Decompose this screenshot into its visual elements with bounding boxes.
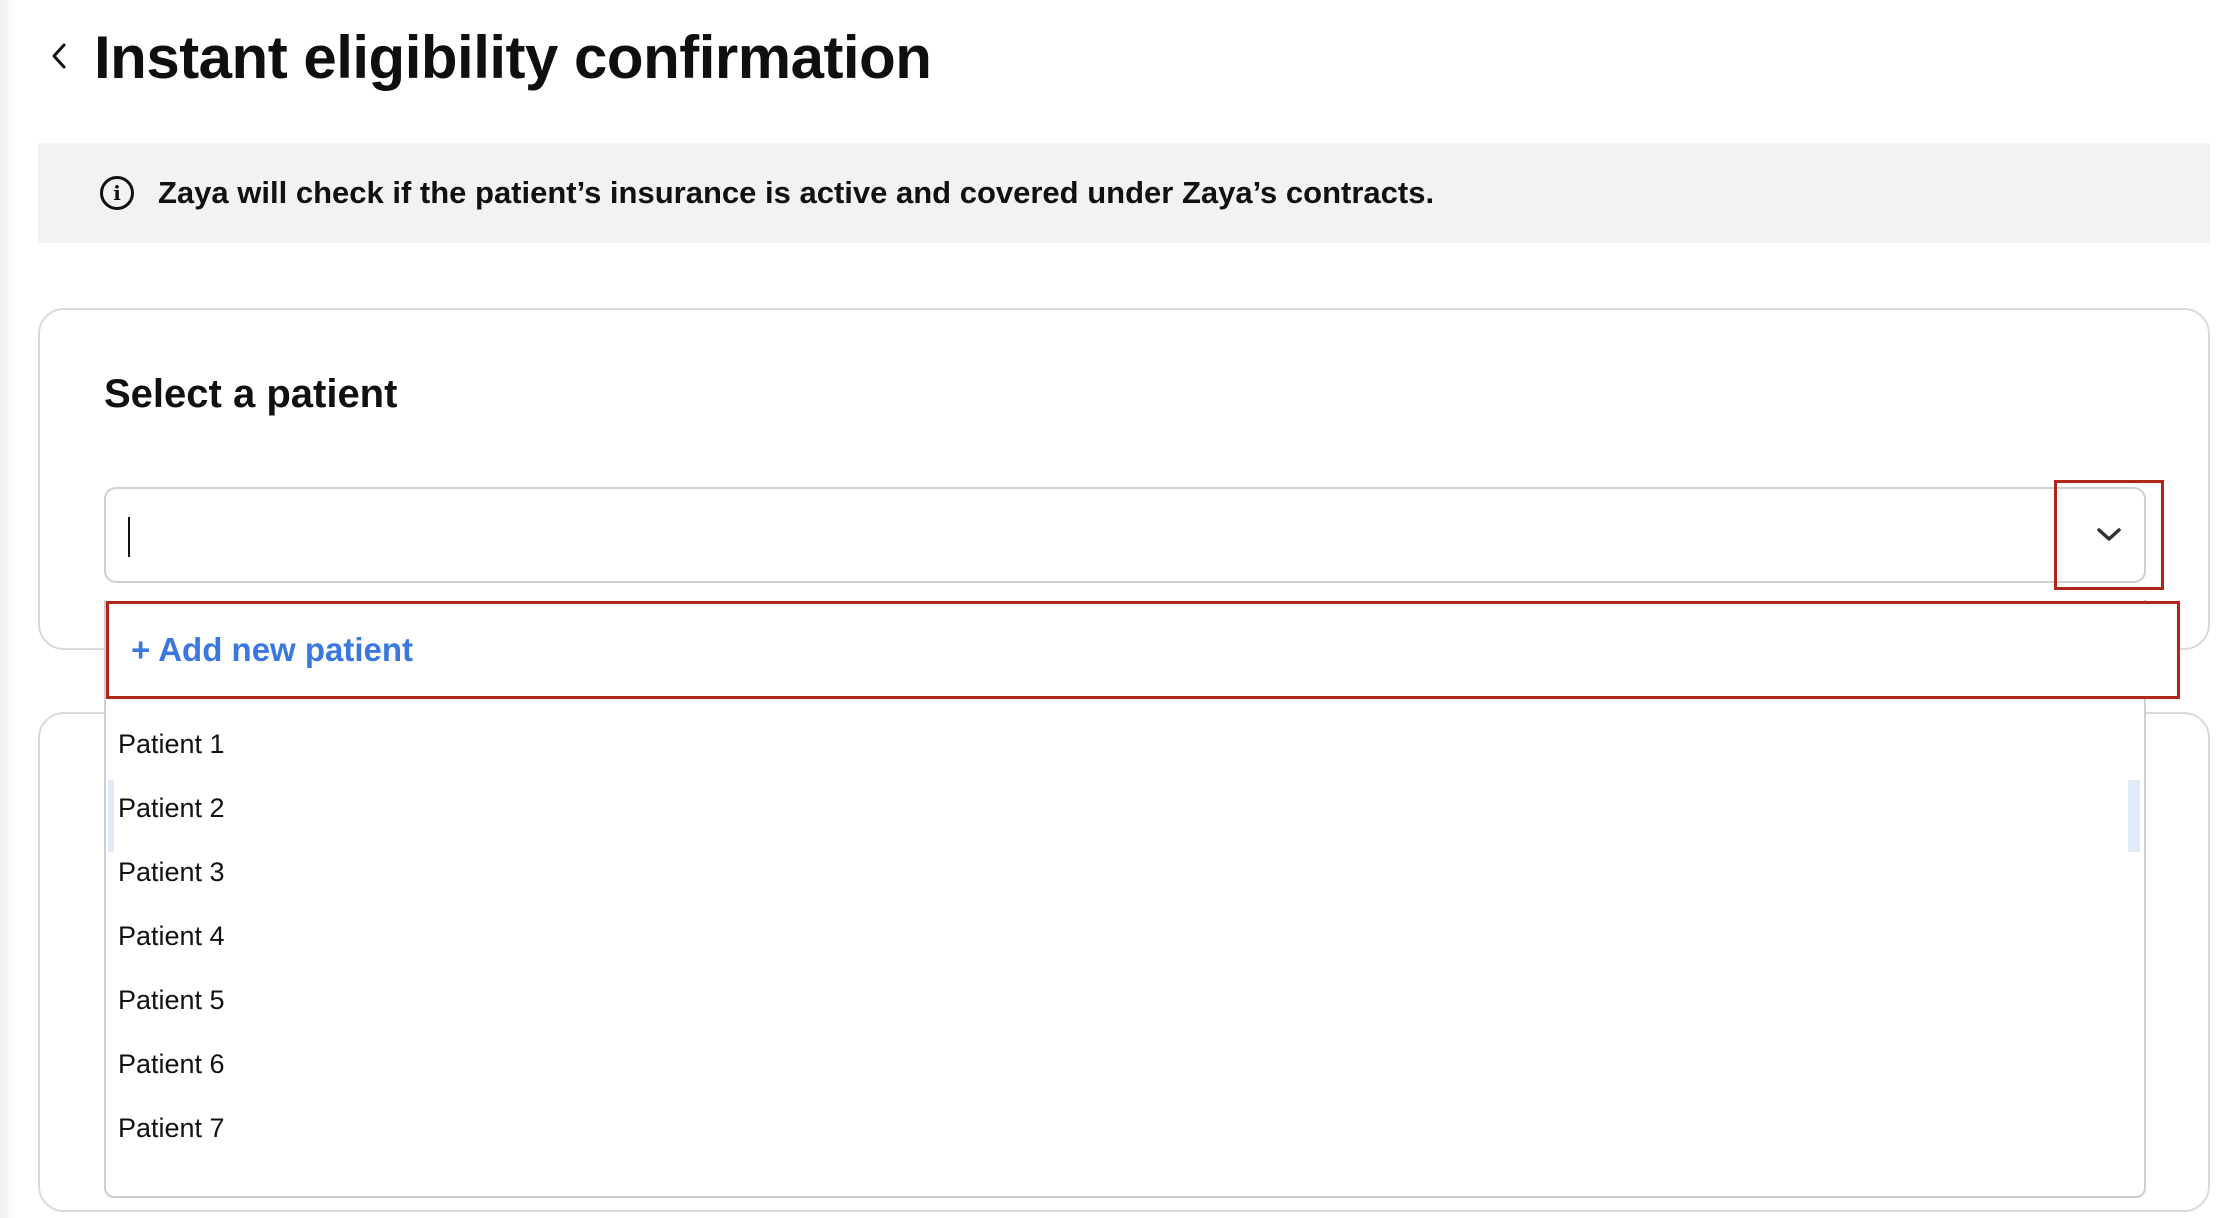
patient-card xyxy=(38,308,2210,650)
page-title: Instant eligibility confirmation xyxy=(94,24,932,91)
patient-option[interactable]: Patient 2 xyxy=(106,776,2144,840)
patient-option[interactable]: Patient 3 xyxy=(106,840,2144,904)
text-caret xyxy=(128,517,130,557)
dropdown-toggle-button[interactable] xyxy=(2054,480,2164,590)
patient-option[interactable]: Patient 7 xyxy=(106,1096,2144,1160)
back-button[interactable] xyxy=(42,36,78,76)
patient-search-input[interactable] xyxy=(136,489,2036,581)
patient-option[interactable]: Patient 4 xyxy=(106,904,2144,968)
info-banner: i Zaya will check if the patient’s insur… xyxy=(38,143,2210,243)
patient-select[interactable] xyxy=(104,487,2146,583)
chevron-left-icon xyxy=(52,43,66,69)
patient-option[interactable]: Patient 1 xyxy=(106,712,2144,776)
info-icon: i xyxy=(100,176,134,210)
chevron-down-icon xyxy=(2097,528,2121,541)
patient-option[interactable]: Patient 6 xyxy=(106,1032,2144,1096)
select-patient-heading: Select a patient xyxy=(104,372,398,416)
info-banner-text: Zaya will check if the patient’s insuran… xyxy=(158,175,1435,210)
add-new-patient-option[interactable]: + Add new patient xyxy=(106,601,2180,699)
page: Instant eligibility confirmation i Zaya … xyxy=(0,0,2232,1218)
left-edge-shade xyxy=(0,0,16,1218)
patient-option[interactable]: Patient 5 xyxy=(106,968,2144,1032)
